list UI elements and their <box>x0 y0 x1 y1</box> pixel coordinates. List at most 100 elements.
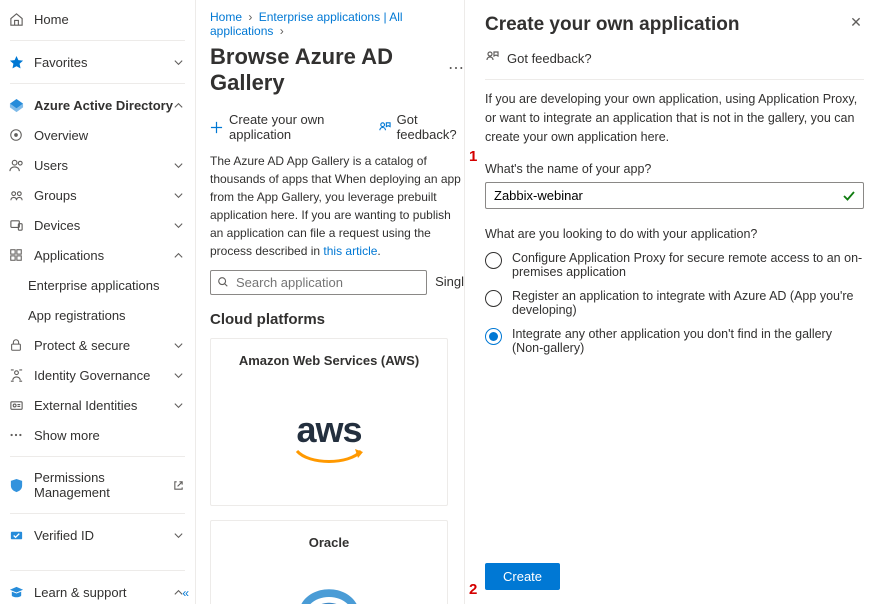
nav-separator <box>10 570 185 571</box>
chevron-down-icon <box>173 339 185 351</box>
tile-aws[interactable]: Amazon Web Services (AWS) aws <box>210 338 448 506</box>
nav-home[interactable]: Home <box>0 4 195 34</box>
more-icon[interactable]: ⋯ <box>448 61 464 79</box>
tile-title: Oracle <box>309 535 349 550</box>
nav-show-more[interactable]: Show more <box>0 420 195 450</box>
chevron-down-icon <box>173 369 185 381</box>
nav-ext-id[interactable]: External Identities <box>0 390 195 420</box>
radio-icon <box>485 290 502 307</box>
gallery-description: The Azure AD App Gallery is a catalog of… <box>210 152 464 260</box>
more-icon <box>8 427 24 443</box>
nav-devices[interactable]: Devices <box>0 210 195 240</box>
panel-description: If you are developing your own applicati… <box>485 90 864 146</box>
collapse-sidebar-button[interactable]: « <box>182 586 189 600</box>
nav-applications[interactable]: Applications <box>0 240 195 270</box>
plus-icon <box>210 120 223 134</box>
radio-register-app[interactable]: Register an application to integrate wit… <box>485 289 864 317</box>
overview-icon <box>8 127 24 143</box>
feedback-icon <box>378 120 391 134</box>
nav-label: Users <box>34 158 173 173</box>
devices-icon <box>8 217 24 233</box>
nav-app-registrations[interactable]: App registrations <box>0 300 195 330</box>
nav-groups[interactable]: Groups <box>0 180 195 210</box>
radio-label: Register an application to integrate wit… <box>512 289 864 317</box>
panel-feedback-button[interactable]: Got feedback? <box>485 36 864 80</box>
star-icon <box>8 54 24 70</box>
radio-app-proxy[interactable]: Configure Application Proxy for secure r… <box>485 251 864 279</box>
what-looking-label: What are you looking to do with your app… <box>485 227 864 241</box>
external-id-icon <box>8 397 24 413</box>
panel-feedback-label: Got feedback? <box>507 51 592 66</box>
chevron-up-icon <box>173 99 185 111</box>
this-article-link[interactable]: this article <box>323 244 377 258</box>
tiles-row: Amazon Web Services (AWS) aws Oracle <box>210 338 464 604</box>
annotation-1: 1 <box>469 148 477 165</box>
chevron-down-icon <box>173 159 185 171</box>
lock-icon <box>8 337 24 353</box>
nav-enterprise-apps[interactable]: Enterprise applications <box>0 270 195 300</box>
search-icon <box>217 276 230 289</box>
nav-separator <box>10 40 185 41</box>
create-button[interactable]: Create <box>485 563 560 590</box>
nav-label: Devices <box>34 218 173 233</box>
nav-protect[interactable]: Protect & secure <box>0 330 195 360</box>
external-link-icon <box>173 479 185 491</box>
chevron-up-icon <box>173 249 185 261</box>
aws-logo: aws <box>293 384 365 491</box>
create-app-panel: Create your own application ✕ Got feedba… <box>464 0 884 604</box>
filter-cut: Singl <box>435 270 464 295</box>
nav-label: External Identities <box>34 398 173 413</box>
radio-label: Configure Application Proxy for secure r… <box>512 251 864 279</box>
aad-icon <box>8 97 24 113</box>
search-input[interactable] <box>236 275 420 290</box>
breadcrumb-home[interactable]: Home <box>210 10 242 24</box>
close-icon[interactable]: ✕ <box>848 14 864 31</box>
nav-aad[interactable]: Azure Active Directory <box>0 90 195 120</box>
nav-overview[interactable]: Overview <box>0 120 195 150</box>
search-application-box[interactable] <box>210 270 427 295</box>
nav-label: Favorites <box>34 55 173 70</box>
nav-separator <box>10 456 185 457</box>
nav-label: Overview <box>34 128 185 143</box>
tile-title: Amazon Web Services (AWS) <box>239 353 419 368</box>
cmd-label: Create your own application <box>229 112 360 142</box>
nav-label: App registrations <box>28 308 185 323</box>
oracle-logo <box>281 566 377 604</box>
command-bar: Create your own application Got feedback… <box>210 112 464 142</box>
verified-icon <box>8 527 24 543</box>
nav-label: Verified ID <box>34 528 173 543</box>
nav-separator <box>10 513 185 514</box>
users-icon <box>8 157 24 173</box>
nav-id-gov[interactable]: Identity Governance <box>0 360 195 390</box>
breadcrumb: Home › Enterprise applications | All app… <box>210 10 464 38</box>
permissions-icon <box>8 477 24 493</box>
nav-favorites[interactable]: Favorites <box>0 47 195 77</box>
apps-icon <box>8 247 24 263</box>
nav-verified-id[interactable]: Verified ID <box>0 520 195 550</box>
radio-selected-icon <box>485 328 502 345</box>
nav-users[interactable]: Users <box>0 150 195 180</box>
nav-perm-mgmt[interactable]: Permissions Management <box>0 463 195 507</box>
nav-learn[interactable]: Learn & support <box>0 577 195 604</box>
governance-icon <box>8 367 24 383</box>
cmd-label: Got feedback? <box>397 112 464 142</box>
cloud-platforms-heading: Cloud platforms <box>210 311 464 328</box>
radio-icon <box>485 252 502 269</box>
got-feedback-button[interactable]: Got feedback? <box>378 112 464 142</box>
nav-label: Groups <box>34 188 173 203</box>
panel-title: Create your own application <box>485 14 739 36</box>
radio-non-gallery[interactable]: Integrate any other application you don'… <box>485 327 864 355</box>
page-title: Browse Azure AD Gallery <box>210 44 440 96</box>
tile-oracle[interactable]: Oracle <box>210 520 448 604</box>
annotation-2: 2 <box>469 581 477 598</box>
app-name-input[interactable] <box>485 182 864 209</box>
create-own-app-button[interactable]: Create your own application <box>210 112 360 142</box>
nav-label: Applications <box>34 248 173 263</box>
nav-label: Permissions Management <box>34 470 173 500</box>
main-content: Home › Enterprise applications | All app… <box>196 0 464 604</box>
chevron-down-icon <box>173 56 185 68</box>
nav-label: Identity Governance <box>34 368 173 383</box>
nav-label: Protect & secure <box>34 338 173 353</box>
home-icon <box>8 11 24 27</box>
breadcrumb-sep: › <box>245 10 255 24</box>
